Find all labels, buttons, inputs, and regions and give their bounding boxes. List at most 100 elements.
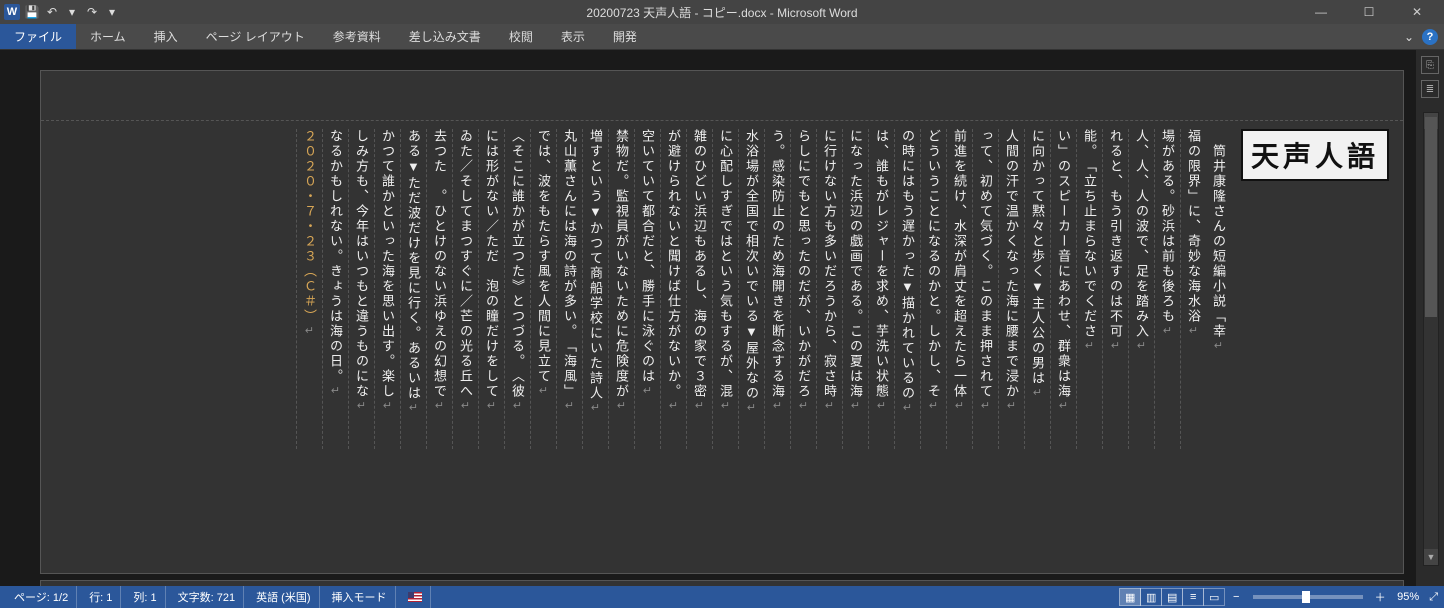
text-column[interactable]: 前進を続け︑水深が肩丈を超えたら一体↵ <box>946 129 972 449</box>
tab-insert[interactable]: 挿入 <box>140 24 192 49</box>
tab-file[interactable]: ファイル <box>0 24 76 49</box>
text-column[interactable]: の時にはもう遅かった▼描かれているの↵ <box>894 129 920 449</box>
view-outline[interactable]: ≡ <box>1182 588 1204 606</box>
text-column[interactable]: 福の限界﹂に︑奇妙な海水浴↵ <box>1180 129 1206 449</box>
text-column[interactable]: れると︑もう引き返すのは不可↵ <box>1102 129 1128 449</box>
text-column[interactable]: い﹂のスピーカー音にあわせ︑群衆は海↵ <box>1050 129 1076 449</box>
text-column[interactable]: ある▼ただ波だけを見に行く︒あるいは↵ <box>400 129 426 449</box>
redo-icon[interactable]: ↷ <box>84 4 100 20</box>
text-column[interactable]: 筒井康隆さんの短編小説﹁幸↵ <box>1206 129 1231 449</box>
page[interactable]: 天声人語 筒井康隆さんの短編小説﹁幸↵福の限界﹂に︑奇妙な海水浴↵場がある︒砂浜… <box>40 70 1404 574</box>
text-column[interactable]: う︒感染防止のため海開きを断念する海↵ <box>764 129 790 449</box>
scroll-down-button[interactable]: ▼ <box>1424 549 1438 565</box>
tab-home[interactable]: ホーム <box>76 24 140 49</box>
view-draft[interactable]: ▭ <box>1203 588 1225 606</box>
text-column[interactable]: ゐた／そしてまつすぐに／芒の光る丘へ↵ <box>452 129 478 449</box>
text-column[interactable]: になった浜辺の戯画である︒この夏は海↵ <box>842 129 868 449</box>
tab-mailings[interactable]: 差し込み文書 <box>395 24 495 49</box>
status-flag[interactable] <box>400 586 431 608</box>
paragraph-mark-icon: ↵ <box>1083 339 1095 354</box>
view-print-layout[interactable]: ▦ <box>1119 588 1141 606</box>
paragraph-mark-icon: ↵ <box>823 399 835 414</box>
tab-developer[interactable]: 開発 <box>599 24 651 49</box>
text-column[interactable]: らしにでもと思ったのだが︑いかがだろ↵ <box>790 129 816 449</box>
paragraph-mark-icon: ↵ <box>1005 399 1017 414</box>
view-web[interactable]: ▤ <box>1161 588 1183 606</box>
paragraph-mark-icon: ↵ <box>1109 339 1121 354</box>
maximize-button[interactable]: ☐ <box>1346 0 1392 24</box>
undo-icon[interactable]: ↶ <box>44 4 60 20</box>
paragraph-mark-icon: ↵ <box>927 399 939 414</box>
right-gutter: ⎘ ≣ ▲ ▼ <box>1416 50 1444 586</box>
tab-view[interactable]: 表示 <box>547 24 599 49</box>
tab-review[interactable]: 校閲 <box>495 24 547 49</box>
tab-references[interactable]: 参考資料 <box>319 24 395 49</box>
save-icon[interactable]: 💾 <box>24 4 40 20</box>
paragraph-mark-icon: ↵ <box>979 399 991 414</box>
tab-layout[interactable]: ページ レイアウト <box>192 24 319 49</box>
text-column[interactable]: しみ方も︑今年はいつもと違うものにな↵ <box>348 129 374 449</box>
status-language[interactable]: 英語 (米国) <box>248 586 319 608</box>
document-area: 天声人語 筒井康隆さんの短編小説﹁幸↵福の限界﹂に︑奇妙な海水浴↵場がある︒砂浜… <box>0 50 1444 586</box>
text-column[interactable]: に行けない方も多いだろうから︑寂さ時↵ <box>816 129 842 449</box>
text-column[interactable]: なるかもしれない︒きょうは海の日︒↵ <box>322 129 348 449</box>
view-full-read[interactable]: ▥ <box>1140 588 1162 606</box>
paragraph-mark-icon: ↵ <box>537 384 549 399</box>
scroll-thumb[interactable] <box>1425 117 1437 317</box>
paragraph-mark-icon: ↵ <box>1212 339 1224 354</box>
vertical-scrollbar[interactable]: ▲ ▼ <box>1423 112 1439 566</box>
text-column[interactable]: 能︒﹁立ち止まらないでくださ↵ <box>1076 129 1102 449</box>
text-column[interactable]: 増すという▼かつて商船学校にいた詩人↵ <box>582 129 608 449</box>
zoom-in-button[interactable]: ＋ <box>1373 589 1387 605</box>
page-body[interactable]: 天声人語 筒井康隆さんの短編小説﹁幸↵福の限界﹂に︑奇妙な海水浴↵場がある︒砂浜… <box>41 121 1403 573</box>
status-line[interactable]: 行: 1 <box>81 586 121 608</box>
text-column[interactable]: が避けられないと聞けば仕方がないか︒↵ <box>660 129 686 449</box>
status-insert-mode[interactable]: 挿入モード <box>324 586 396 608</box>
text-column[interactable]: かつて誰かといった海を思い出す︒楽し↵ <box>374 129 400 449</box>
text-column[interactable]: には形がない／ただ 泡の瞳だけをして↵ <box>478 129 504 449</box>
zoom-level[interactable]: 95% <box>1397 591 1419 603</box>
qat-dropdown-1-icon[interactable]: ▾ <box>64 4 80 20</box>
window-title: 20200723 天声人語 - コピー.docx - Microsoft Wor… <box>586 4 857 21</box>
article-date[interactable]: ２０２０・７・２３（Ｃ＃）↵ <box>296 129 322 449</box>
text-column[interactable]: 禁物だ︒監視員がいないために危険度が↵ <box>608 129 634 449</box>
paragraph-mark-icon: ↵ <box>1161 324 1173 339</box>
text-column[interactable]: に心配しすぎではという気もするが︑混↵ <box>712 129 738 449</box>
gutter-icon-2[interactable]: ≣ <box>1421 80 1439 98</box>
text-column[interactable]: 空いていて都合だと︑勝手に泳ぐのは↵ <box>634 129 660 449</box>
text-column[interactable]: どういうことになるのかと︒しかし︑そ↵ <box>920 129 946 449</box>
paragraph-mark-icon: ↵ <box>303 324 315 339</box>
help-icon[interactable]: ? <box>1422 29 1438 45</box>
close-button[interactable]: ✕ <box>1394 0 1440 24</box>
zoom-out-button[interactable]: − <box>1229 591 1243 603</box>
text-column[interactable]: 人間の汗で温かくなった海に腰まで浸か↵ <box>998 129 1024 449</box>
text-column[interactable]: 丸山薫さんには海の詩が多い︒﹁海風﹂↵ <box>556 129 582 449</box>
tensei-jingo-logo: 天声人語 <box>1241 129 1389 181</box>
text-column[interactable]: 水浴場が全国で相次いでいる▼屋外なの↵ <box>738 129 764 449</box>
status-chars[interactable]: 文字数: 721 <box>170 586 244 608</box>
ribbon-expand-icon[interactable]: ⌄ <box>1404 30 1414 44</box>
text-column[interactable]: 雑のひどい浜辺もあるし︑海の家で３密↵ <box>686 129 712 449</box>
text-column[interactable]: 人︑人︑人の波で︑足を踏み入↵ <box>1128 129 1154 449</box>
app-icon[interactable]: W <box>4 4 20 20</box>
zoom-slider[interactable] <box>1253 595 1363 599</box>
text-column[interactable]: 場がある︒砂浜は前も後ろも↵ <box>1154 129 1180 449</box>
paragraph-mark-icon: ↵ <box>1057 399 1069 414</box>
text-column[interactable]: では︑波をもたらす風を人間に見立て↵ <box>530 129 556 449</box>
text-column[interactable]: に向かって黙々と歩く▼主人公の男は↵ <box>1024 129 1050 449</box>
paragraph-mark-icon: ↵ <box>329 384 341 399</box>
minimize-button[interactable]: — <box>1298 0 1344 24</box>
expand-view-icon[interactable]: ⤢ <box>1429 591 1438 604</box>
text-column[interactable]: 去つた ︒ひとけのない浜ゆえの幻想で↵ <box>426 129 452 449</box>
paragraph-mark-icon: ↵ <box>1031 386 1043 401</box>
ruler-toggle-icon[interactable]: ⎘ <box>1421 56 1439 74</box>
next-page-edge <box>40 580 1404 586</box>
zoom-knob[interactable] <box>1302 591 1310 603</box>
text-column[interactable]: は︑誰もがレジャーを求め︑芋洗い状態↵ <box>868 129 894 449</box>
text-column[interactable]: って︑初めて気づく︒このまま押されて↵ <box>972 129 998 449</box>
status-col[interactable]: 列: 1 <box>125 586 165 608</box>
paragraph-mark-icon: ↵ <box>745 401 757 416</box>
status-page[interactable]: ページ: 1/2 <box>6 586 77 608</box>
text-column[interactable]: ︿そこに誰かが立つた︾とつづる︒︿彼↵ <box>504 129 530 449</box>
qat-dropdown-2-icon[interactable]: ▾ <box>104 4 120 20</box>
